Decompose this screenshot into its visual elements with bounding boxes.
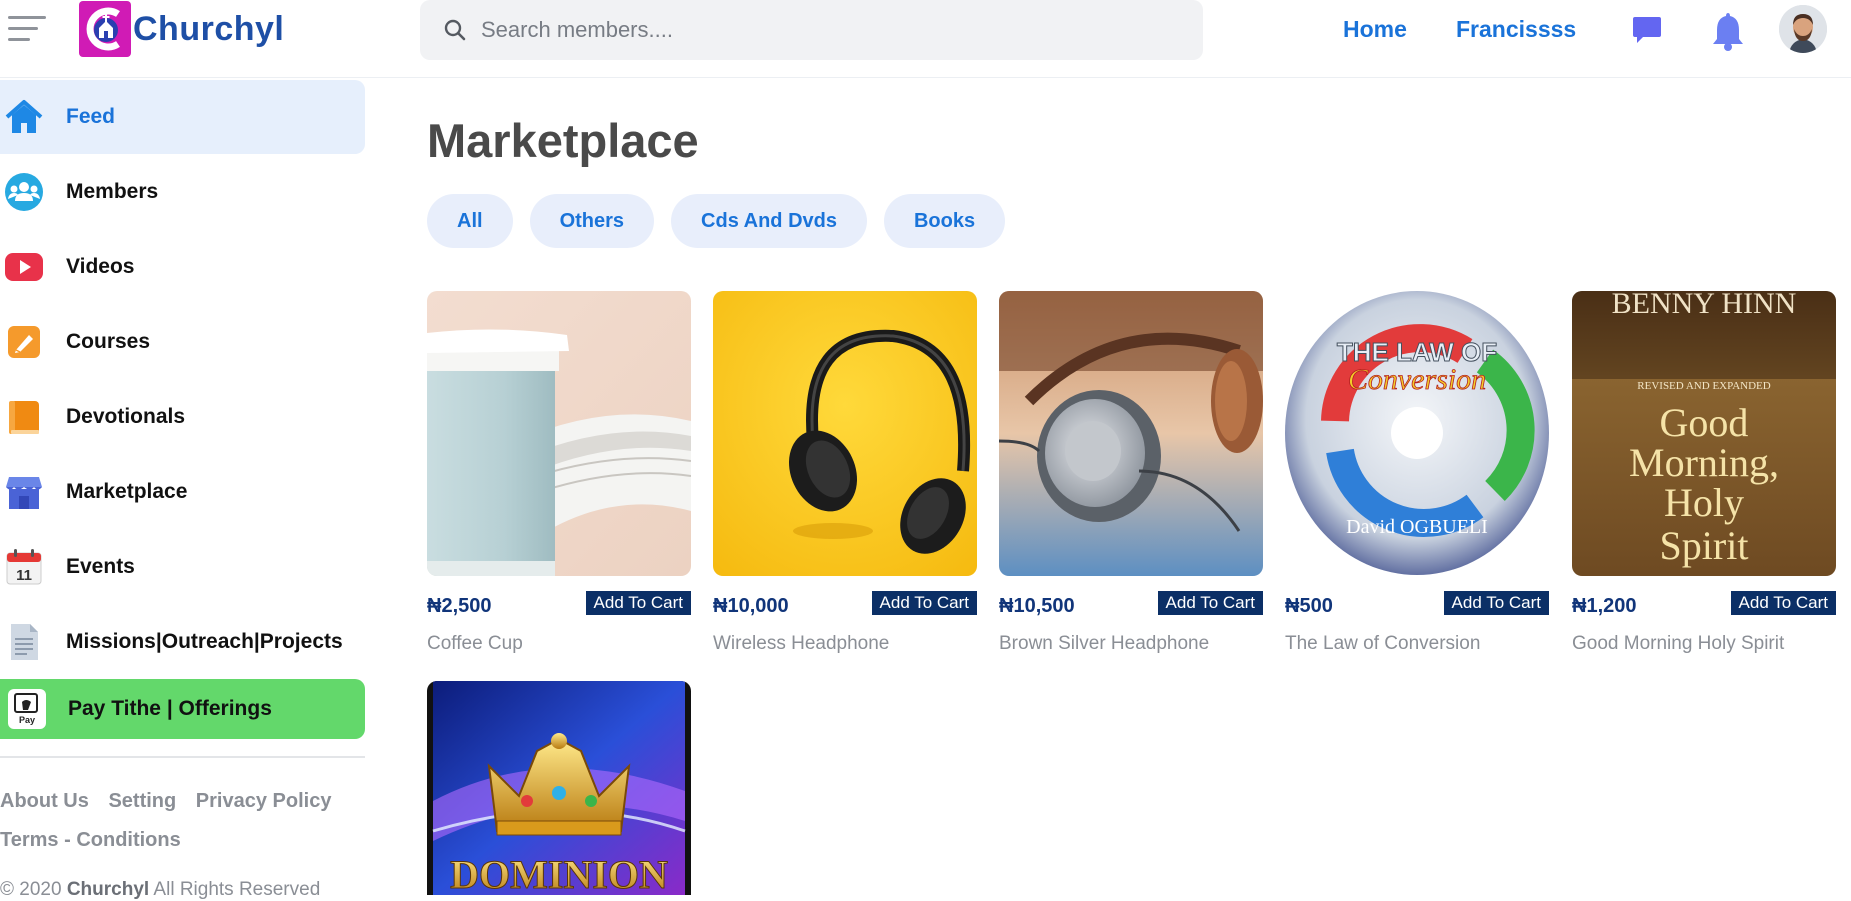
product-card: ₦10,500 Add To Cart Brown Silver Headpho… xyxy=(999,291,1263,654)
setting-link[interactable]: Setting xyxy=(108,790,176,812)
book-title-line-2: Morning, xyxy=(1629,440,1779,485)
sidebar-divider xyxy=(0,756,365,758)
book-title-line-1: Good xyxy=(1660,400,1749,445)
sidebar-item-missions[interactable]: Missions|Outreach|Projects xyxy=(0,605,365,679)
sidebar-item-label: Devotionals xyxy=(66,405,186,428)
product-card: ₦10,000 Add To Cart Wireless Headphone xyxy=(713,291,977,654)
product-image-wireless-headphone[interactable] xyxy=(713,291,977,576)
brand-logo[interactable]: Churchyl xyxy=(79,1,284,57)
sidebar-item-label: Feed xyxy=(66,105,116,128)
sidebar-item-label: Marketplace xyxy=(66,480,188,503)
sidebar: Feed Members Videos Courses Devotionals … xyxy=(0,80,365,900)
category-filters: All Others Cds And Dvds Books xyxy=(427,194,1006,248)
sidebar-item-members[interactable]: Members xyxy=(0,155,365,229)
copyright-suffix: All Rights Reserved xyxy=(153,879,321,900)
store-icon xyxy=(2,470,46,514)
top-header: Churchyl Home Francissss xyxy=(0,0,1851,78)
product-card: THE LAW OF Conversion David OGBUELI ₦500… xyxy=(1285,291,1549,654)
footer-links: About Us Setting Privacy Policy Terms - … xyxy=(0,782,360,860)
courses-icon xyxy=(2,320,46,364)
product-image-brown-silver-headphone[interactable] xyxy=(999,291,1263,576)
filter-books[interactable]: Books xyxy=(883,194,1006,248)
product-name[interactable]: Brown Silver Headphone xyxy=(999,633,1209,655)
message-icon[interactable] xyxy=(1631,13,1663,45)
filter-others[interactable]: Others xyxy=(529,194,655,248)
product-card: BENNY HINN REVISED AND EXPANDED Good Mor… xyxy=(1572,291,1836,654)
product-image-law-of-conversion[interactable]: THE LAW OF Conversion David OGBUELI xyxy=(1285,291,1549,576)
filter-all[interactable]: All xyxy=(427,194,513,248)
church-logo-icon xyxy=(79,1,131,57)
filter-cds-dvds[interactable]: Cds And Dvds xyxy=(671,194,867,248)
menu-toggle-icon[interactable] xyxy=(8,14,46,44)
sidebar-item-label: Courses xyxy=(66,330,151,353)
product-price: ₦10,500 xyxy=(999,595,1075,617)
product-card: ₦2,500 Add To Cart Coffee Cup xyxy=(427,291,691,654)
book-title-line-3: Holy xyxy=(1664,480,1744,525)
product-image-dominion[interactable]: DOMINION xyxy=(427,681,691,895)
calendar-icon: 11 xyxy=(2,545,46,589)
product-image-coffee-cup[interactable] xyxy=(427,291,691,576)
members-icon xyxy=(2,170,46,214)
video-icon xyxy=(2,245,46,289)
add-to-cart-button[interactable]: Add To Cart xyxy=(871,591,977,615)
page-title: Marketplace xyxy=(427,114,699,167)
book-author: BENNY HINN xyxy=(1612,291,1797,320)
book-edition: REVISED AND EXPANDED xyxy=(1637,380,1770,392)
dominion-title: DOMINION xyxy=(450,852,668,895)
product-price: ₦500 xyxy=(1285,595,1333,617)
product-price: ₦1,200 xyxy=(1572,595,1637,617)
copyright-text: © 2020 Churchyl All Rights Reserved xyxy=(0,879,320,901)
sidebar-item-label: Videos xyxy=(66,255,135,278)
privacy-policy-link[interactable]: Privacy Policy xyxy=(196,790,332,812)
sidebar-item-marketplace[interactable]: Marketplace xyxy=(0,455,365,529)
terms-conditions-link[interactable]: Terms - Conditions xyxy=(0,829,181,851)
add-to-cart-button[interactable]: Add To Cart xyxy=(585,591,691,615)
sidebar-item-devotionals[interactable]: Devotionals xyxy=(0,380,365,454)
product-card: DOMINION xyxy=(427,681,691,895)
cd-author: David OGBUELI xyxy=(1346,516,1488,538)
nav-user-link[interactable]: Francissss xyxy=(1456,16,1576,43)
sidebar-item-feed[interactable]: Feed xyxy=(0,80,365,154)
product-price: ₦2,500 xyxy=(427,595,492,617)
product-name[interactable]: The Law of Conversion xyxy=(1285,633,1480,655)
home-icon xyxy=(2,95,46,139)
sidebar-item-label: Missions|Outreach|Projects xyxy=(66,630,343,653)
product-name[interactable]: Wireless Headphone xyxy=(713,633,889,655)
sidebar-item-videos[interactable]: Videos xyxy=(0,230,365,304)
product-price: ₦10,000 xyxy=(713,595,789,617)
search-input[interactable] xyxy=(481,17,1181,43)
add-to-cart-button[interactable]: Add To Cart xyxy=(1730,591,1836,615)
book-icon xyxy=(2,395,46,439)
product-name[interactable]: Coffee Cup xyxy=(427,633,523,655)
nav-home-link[interactable]: Home xyxy=(1343,16,1407,43)
user-avatar[interactable] xyxy=(1779,5,1827,53)
pay-tithe-button[interactable]: Pay Pay Tithe | Offerings xyxy=(0,679,365,739)
document-icon xyxy=(2,620,46,664)
calendar-day-text: 11 xyxy=(16,567,32,584)
copyright-year: © 2020 xyxy=(0,879,62,900)
add-to-cart-button[interactable]: Add To Cart xyxy=(1157,591,1263,615)
product-image-good-morning-holy-spirit[interactable]: BENNY HINN REVISED AND EXPANDED Good Mor… xyxy=(1572,291,1836,576)
sidebar-item-events[interactable]: 11 Events xyxy=(0,530,365,604)
sidebar-item-label: Events xyxy=(66,555,135,578)
about-us-link[interactable]: About Us xyxy=(0,790,89,812)
book-title-line-4: Spirit xyxy=(1660,523,1749,568)
notification-bell-icon[interactable] xyxy=(1710,10,1746,52)
search-bar xyxy=(420,0,1203,60)
brand-name: Churchyl xyxy=(133,9,285,48)
cd-title-line-2: Conversion xyxy=(1348,363,1486,396)
search-icon xyxy=(444,19,466,41)
pay-icon-text: Pay xyxy=(19,715,35,725)
payment-icon: Pay xyxy=(8,689,46,729)
add-to-cart-button[interactable]: Add To Cart xyxy=(1443,591,1549,615)
product-name[interactable]: Good Morning Holy Spirit xyxy=(1572,633,1784,655)
pay-tithe-label: Pay Tithe | Offerings xyxy=(68,697,272,720)
sidebar-item-courses[interactable]: Courses xyxy=(0,305,365,379)
copyright-brand: Churchyl xyxy=(66,879,150,900)
sidebar-item-label: Members xyxy=(66,180,159,203)
